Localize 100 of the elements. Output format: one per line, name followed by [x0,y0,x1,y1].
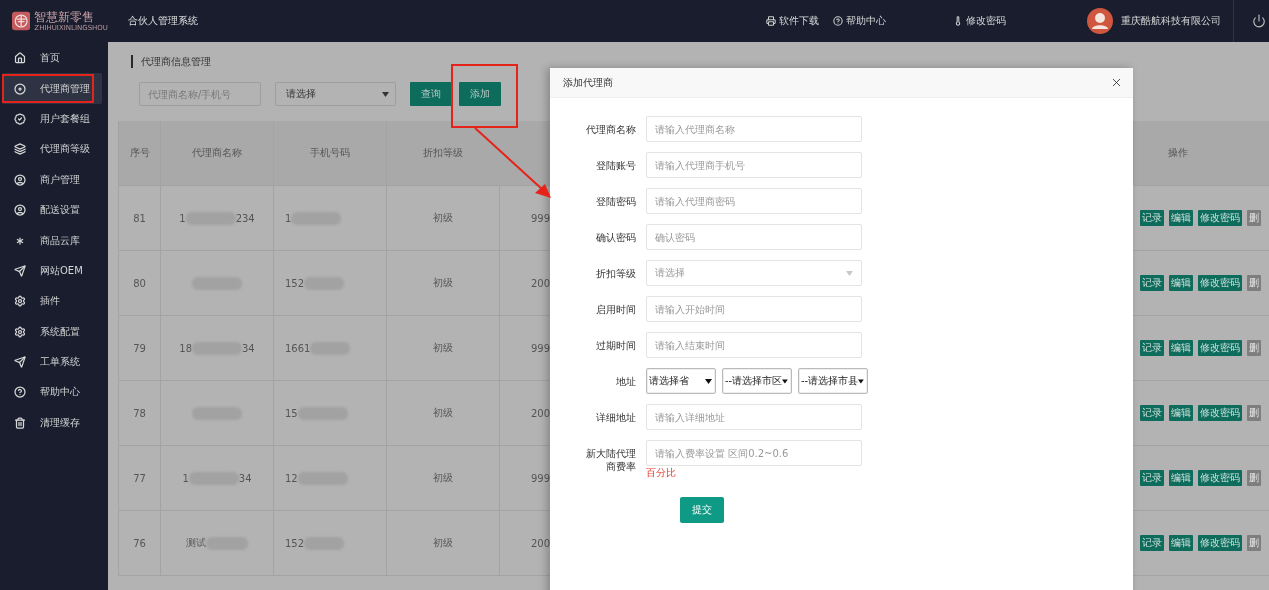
select-field[interactable]: 请选择省 [646,368,716,394]
help-icon [833,16,843,26]
highlight-frame [451,64,518,128]
edit-button[interactable]: 编辑 [1169,405,1193,421]
header-link[interactable]: 软件下载 [766,14,819,28]
phone-fragment: 15 [285,407,298,419]
delete-button[interactable]: 删 [1247,535,1261,551]
thermometer-icon [953,16,963,26]
name-fragment: 18 [179,342,192,354]
power-icon[interactable] [1252,14,1266,28]
sidebar-item[interactable]: 插件 [2,286,102,317]
home-icon [14,52,26,65]
record-button[interactable]: 记录 [1140,405,1164,421]
delete-button[interactable]: 删 [1247,275,1261,291]
change-password-button[interactable]: 修改密码 [1198,275,1242,291]
table-cell: 初级 [386,251,499,315]
input-field[interactable]: 请输入代理商密码 [646,188,862,214]
table-cell: 初级 [386,186,499,250]
name-fragment: 34 [242,342,255,354]
phone-fragment: 152 [285,537,305,549]
record-button[interactable]: 记录 [1140,535,1164,551]
layers-icon [14,143,26,156]
breadcrumb: 代理商信息管理 [131,55,211,68]
field-label: 新大陆代理商费率 [585,447,636,473]
input-field[interactable]: 请输入开始时间 [646,296,862,322]
edit-button[interactable]: 编辑 [1169,210,1193,226]
caret-icon [782,378,788,384]
printer-icon [766,16,776,26]
logo-name: 智慧新零售 [34,10,96,24]
header-link[interactable]: 修改密码 [953,14,1006,28]
input-field[interactable]: 请输入代理商手机号 [646,152,862,178]
sidebar-item[interactable]: 工单系统 [2,346,102,378]
table-cell: 81 [118,186,160,250]
delete-button[interactable]: 删 [1247,340,1261,356]
change-password-button[interactable]: 修改密码 [1198,340,1242,356]
dialog-title: 添加代理商 [563,75,613,90]
table-cell: 初级 [386,316,499,380]
change-password-button[interactable]: 修改密码 [1198,210,1242,226]
sidebar-item[interactable]: 网站OEM [2,255,102,287]
edit-button[interactable]: 编辑 [1169,340,1193,356]
select-field[interactable]: --请选择市区 [722,368,792,394]
send-icon [14,356,26,369]
change-password-button[interactable]: 修改密码 [1198,470,1242,486]
sidebar-item[interactable]: 帮助中心 [2,377,102,408]
record-button[interactable]: 记录 [1140,210,1164,226]
sidebar-item[interactable]: 商品云库 [2,225,102,256]
disc-icon [14,82,26,95]
field-label: 过期时间 [595,339,636,352]
delete-button[interactable]: 删 [1247,405,1261,421]
input-field[interactable]: 请输入代理商名称 [646,116,862,142]
submit-button[interactable]: 提交 [680,497,724,523]
change-password-button[interactable]: 修改密码 [1198,535,1242,551]
sidebar-item[interactable]: 清理缓存 [2,407,102,439]
table-cell: 79 [118,316,160,380]
input-field[interactable]: 请输入费率设置 区间0.2~0.6 [646,440,862,466]
close-button[interactable] [1110,76,1123,89]
sidebar-item[interactable]: 系统配置 [2,316,102,347]
sidebar-item[interactable]: 商户管理 [2,164,102,195]
caret-icon [858,378,864,384]
filter-select[interactable]: 请选择 [275,82,396,106]
column-header: 序号 [118,121,160,185]
select-field[interactable]: --请选择市县 [798,368,868,394]
sidebar-item[interactable]: 代理商等级 [2,134,102,165]
phone-fragment: 12 [285,472,298,484]
field-label: 登陆密码 [595,195,636,208]
input-field[interactable]: 请输入结束时间 [646,332,862,358]
column-header: 代理商名称 [160,121,273,185]
edit-button[interactable]: 编辑 [1169,470,1193,486]
system-title: 合伙人管理系统 [128,14,198,28]
sidebar-item[interactable]: 首页 [2,43,102,74]
input-field[interactable]: 请输入详细地址 [646,404,862,430]
field-label: 代理商名称 [585,123,636,136]
delete-button[interactable]: 删 [1247,210,1261,226]
avatar[interactable] [1087,8,1113,34]
trash-icon [14,416,26,429]
input-field[interactable]: 确认密码 [646,224,862,250]
add-button[interactable]: 添加 [459,82,501,106]
edit-button[interactable]: 编辑 [1169,535,1193,551]
field-label: 详细地址 [595,411,636,424]
field-hint: 百分比 [646,466,677,479]
change-password-button[interactable]: 修改密码 [1198,405,1242,421]
company-name[interactable]: 重庆酷航科技有限公司 [1121,14,1221,28]
record-button[interactable]: 记录 [1140,470,1164,486]
phone-fragment: 152 [285,277,305,289]
caret-icon [705,378,712,384]
record-button[interactable]: 记录 [1140,340,1164,356]
field-label: 折扣等级 [595,267,636,280]
sidebar-item[interactable]: 用户套餐组 [2,103,102,135]
edit-button[interactable]: 编辑 [1169,275,1193,291]
name-fragment: 测试 [186,536,206,550]
record-button[interactable]: 记录 [1140,275,1164,291]
select-field[interactable]: 请选择 [646,260,862,286]
query-button[interactable]: 查询 [410,82,452,106]
header-link[interactable]: 帮助中心 [833,14,886,28]
delete-button[interactable]: 删 [1247,470,1261,486]
name-fragment: 34 [238,472,252,484]
field-label: 登陆账号 [595,159,636,172]
sidebar-item[interactable]: 配送设置 [2,194,102,226]
table-cell: 初级 [386,381,499,445]
table-cell: 初级 [386,511,499,575]
